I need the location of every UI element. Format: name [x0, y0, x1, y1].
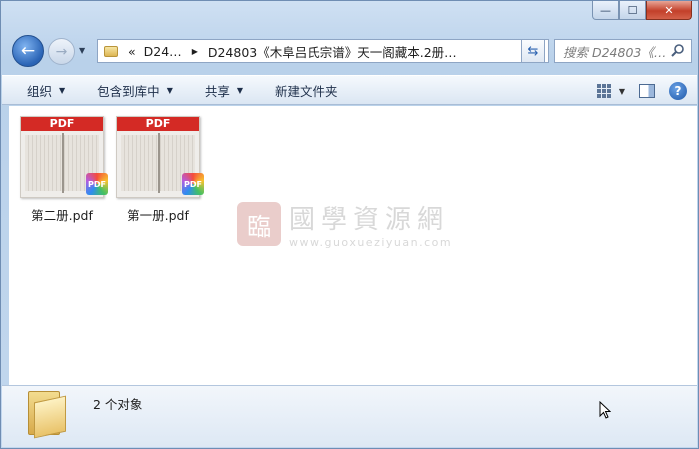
maximize-button[interactable]: ☐: [619, 1, 646, 20]
explorer-window: — ☐ ✕ ← → ▼ « D24… ▶ D24803《木阜吕氏宗谱》天一阁藏本…: [0, 0, 699, 449]
share-button[interactable]: 共享 ▼: [185, 75, 255, 105]
item-count: 2 个对象: [93, 397, 143, 412]
file-name[interactable]: 第一册.pdf: [113, 205, 203, 224]
arrow-left-icon: ←: [20, 41, 36, 61]
chevron-down-icon: ▼: [59, 85, 66, 95]
file-item[interactable]: PDF PDF 第二册.pdf: [17, 116, 108, 224]
watermark: 臨 國學資源網 www.guoxueziyuan.com: [237, 199, 452, 249]
page-spine: [62, 133, 64, 193]
watermark-title: 國學資源網: [289, 205, 450, 235]
forward-button[interactable]: →: [48, 38, 75, 65]
navigation-bar: ← → ▼ « D24… ▶ D24803《木阜吕氏宗谱》天一阁藏本.2册… ▼…: [9, 35, 692, 67]
breadcrumb-parent[interactable]: D24…: [140, 44, 186, 59]
caption-buttons: — ☐ ✕: [592, 1, 692, 20]
command-bar: 组织 ▼ 包含到库中 ▼ 共享 ▼ 新建文件夹 ▼ ?: [2, 75, 697, 105]
pdf-banner: PDF: [21, 117, 103, 131]
include-in-library-label: 包含到库中: [97, 83, 160, 99]
view-options-dropdown[interactable]: ▼: [619, 87, 625, 96]
breadcrumb-current[interactable]: D24803《木阜吕氏宗谱》天一阁藏本.2册…: [204, 42, 461, 61]
folder-icon: [104, 45, 118, 57]
pdf-thumbnail: PDF PDF: [20, 116, 108, 198]
file-name[interactable]: 第二册.pdf: [17, 205, 107, 224]
pdf-banner: PDF: [117, 117, 199, 131]
search-input[interactable]: 搜索 D24803《…: [554, 39, 692, 63]
watermark-url: www.guoxueziyuan.com: [289, 236, 453, 249]
refresh-button[interactable]: ⇆: [521, 39, 545, 63]
include-in-library-button[interactable]: 包含到库中 ▼: [77, 75, 185, 105]
refresh-icon: ⇆: [527, 43, 539, 59]
close-button[interactable]: ✕: [646, 1, 692, 20]
back-button[interactable]: ←: [12, 35, 44, 67]
address-bar[interactable]: « D24… ▶ D24803《木阜吕氏宗谱》天一阁藏本.2册… ▼: [97, 39, 549, 63]
organize-label: 组织: [27, 83, 53, 99]
pdf-thumbnail: PDF PDF: [116, 116, 204, 198]
share-label: 共享: [204, 83, 230, 99]
address-overflow[interactable]: «: [124, 44, 140, 59]
arrow-right-icon: →: [55, 43, 68, 60]
help-icon[interactable]: ?: [669, 82, 687, 100]
watermark-seal: 臨: [237, 202, 281, 246]
chevron-down-icon: ▼: [166, 85, 173, 95]
preview-pane-icon[interactable]: [639, 84, 655, 98]
pdf-app-icon: PDF: [86, 173, 108, 195]
search-icon: [671, 44, 684, 57]
folder-icon: [28, 391, 68, 439]
file-item[interactable]: PDF PDF 第一册.pdf: [113, 116, 204, 224]
minimize-button[interactable]: —: [592, 1, 619, 20]
change-view-icon[interactable]: [596, 84, 613, 98]
search-placeholder: 搜索 D24803《…: [563, 44, 667, 60]
new-folder-button[interactable]: 新建文件夹: [255, 75, 350, 105]
file-list[interactable]: PDF PDF 第二册.pdf PDF PDF 第一册.pdf 臨 國學資源網 …: [9, 106, 697, 385]
chevron-down-icon: ▼: [236, 85, 244, 95]
details-pane: 2 个对象: [2, 385, 697, 447]
page-spine: [158, 133, 160, 193]
chevron-right-icon[interactable]: ▶: [186, 47, 204, 56]
organize-button[interactable]: 组织 ▼: [2, 75, 77, 105]
new-folder-label: 新建文件夹: [275, 83, 338, 99]
mouse-cursor-icon: [599, 401, 611, 419]
recent-locations-dropdown[interactable]: ▼: [79, 46, 88, 55]
pdf-app-icon: PDF: [182, 173, 204, 195]
